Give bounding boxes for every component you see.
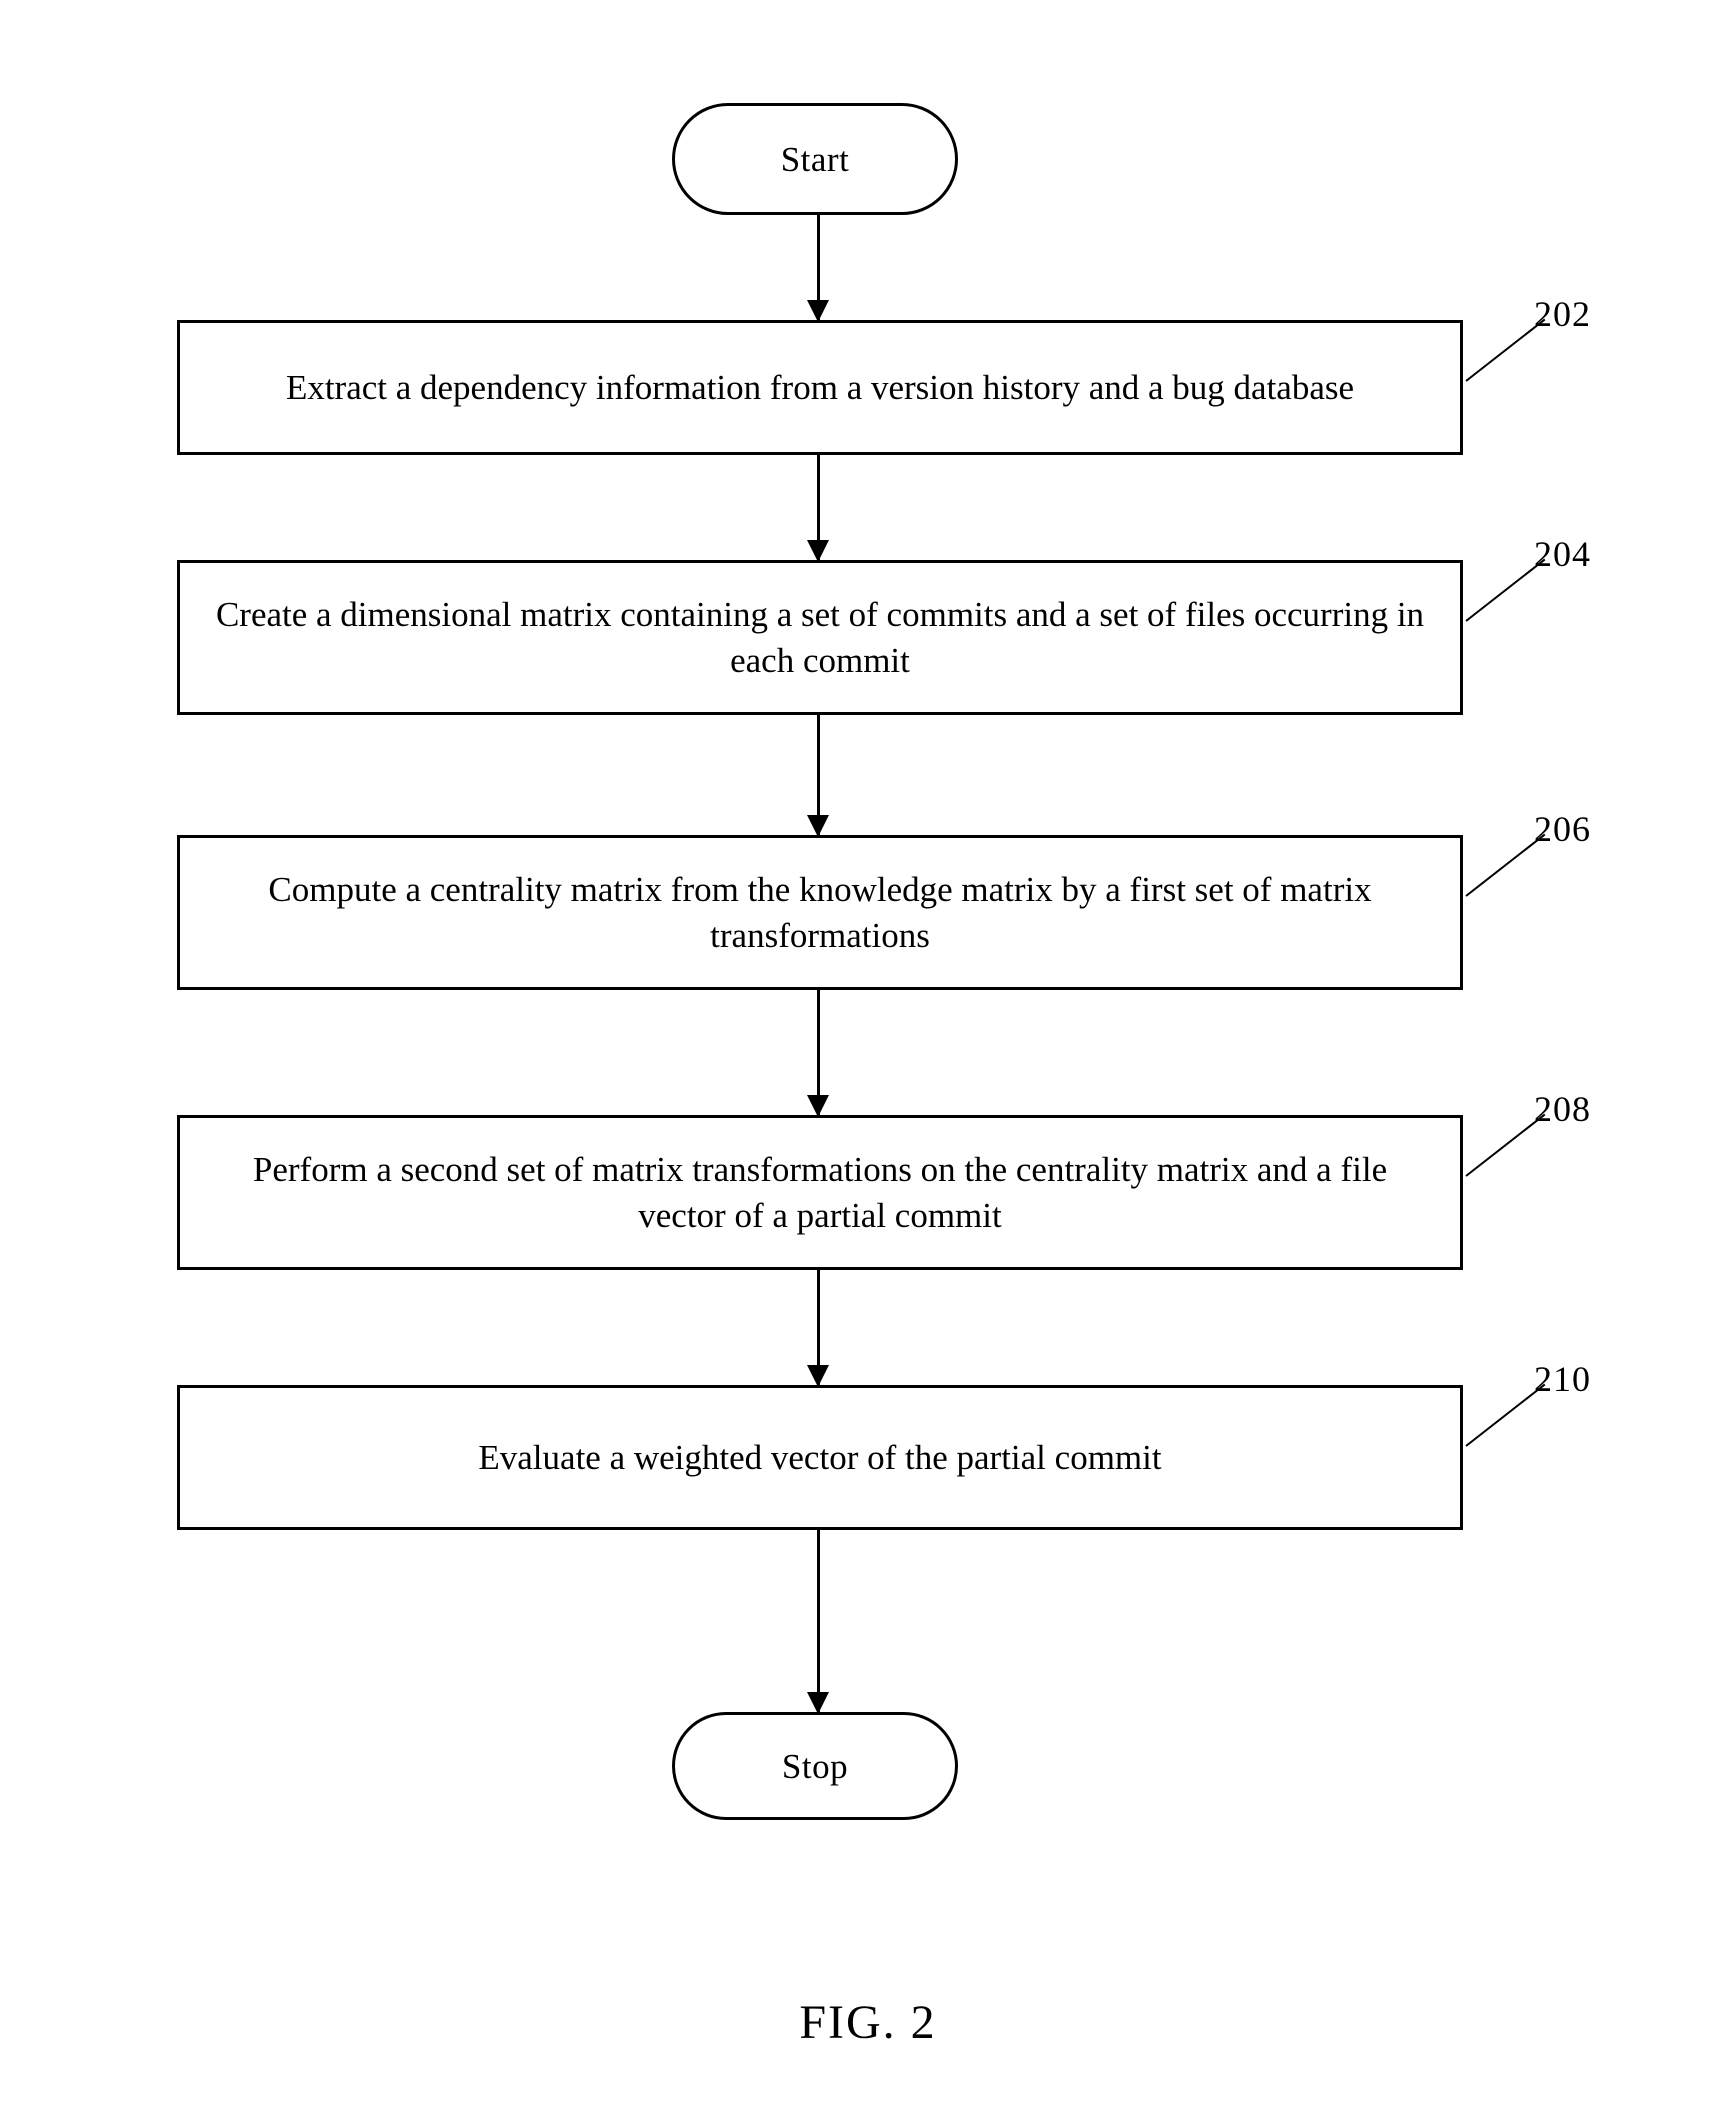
process-box-210: Evaluate a weighted vector of the partia…: [177, 1385, 1463, 1530]
terminator-stop: Stop: [672, 1712, 958, 1820]
arrowhead-icon: [807, 540, 829, 562]
reference-numeral-206-label: 206: [1534, 809, 1591, 849]
flowchart-figure: Start Extract a dependency information f…: [0, 0, 1736, 2111]
figure-caption: FIG. 2: [799, 1996, 937, 2049]
reference-numeral-202-label: 202: [1534, 294, 1591, 334]
process-box-204: Create a dimensional matrix containing a…: [177, 560, 1463, 715]
arrowhead-icon: [807, 1692, 829, 1714]
reference-numeral-204-label: 204: [1534, 534, 1591, 574]
arrowhead-icon: [807, 815, 829, 837]
process-box-210-text: Evaluate a weighted vector of the partia…: [478, 1437, 1162, 1477]
connector-line: [817, 1530, 820, 1712]
arrowhead-icon: [807, 1095, 829, 1117]
process-box-208-text: Perform a second set of matrix transform…: [252, 1150, 1388, 1235]
process-box-204-text: Create a dimensional matrix containing a…: [215, 595, 1425, 680]
process-box-206-text: Compute a centrality matrix from the kno…: [268, 870, 1372, 955]
terminator-start: Start: [672, 103, 958, 215]
process-box-202-text: Extract a dependency information from a …: [285, 367, 1355, 407]
arrowhead-icon: [807, 1365, 829, 1387]
arrowhead-icon: [807, 300, 829, 322]
terminator-start-label: Start: [780, 139, 850, 179]
reference-numeral-208-label: 208: [1534, 1089, 1591, 1129]
terminator-stop-label: Stop: [781, 1746, 849, 1786]
reference-numeral-210-label: 210: [1534, 1359, 1591, 1399]
process-box-206: Compute a centrality matrix from the kno…: [177, 835, 1463, 990]
process-box-208: Perform a second set of matrix transform…: [177, 1115, 1463, 1270]
process-box-202: Extract a dependency information from a …: [177, 320, 1463, 455]
